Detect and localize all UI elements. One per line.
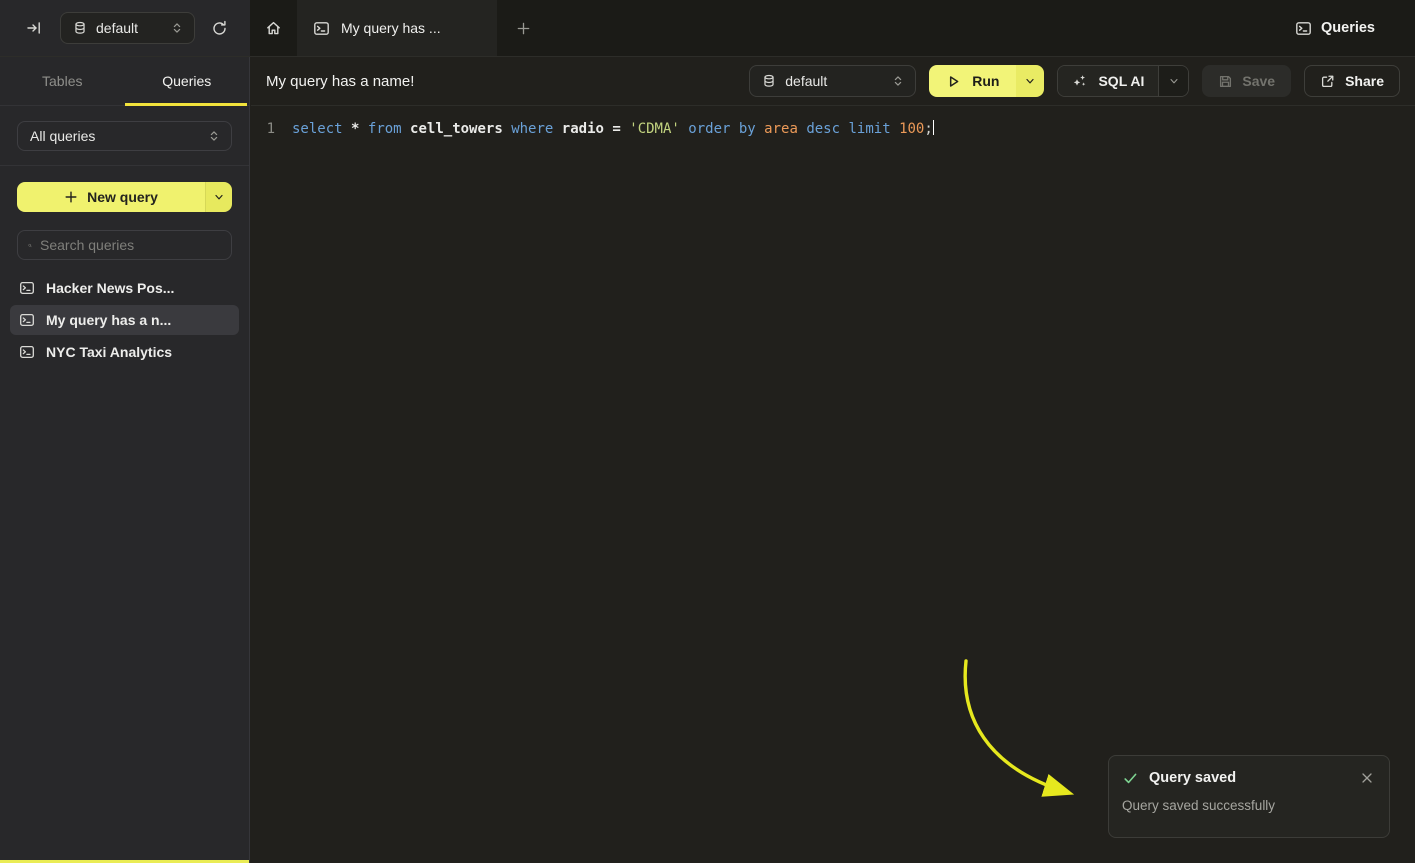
- query-item-label: NYC Taxi Analytics: [46, 344, 172, 360]
- database-icon: [762, 74, 776, 88]
- database-selector-value: default: [785, 73, 882, 89]
- queries-page-label: Queries: [1321, 20, 1375, 36]
- sql-ai-split-button: SQL AI: [1057, 65, 1189, 97]
- topbar-left-section: default: [0, 0, 250, 56]
- share-icon: [1320, 74, 1335, 89]
- query-list-item-nyc-taxi[interactable]: NYC Taxi Analytics: [10, 337, 239, 367]
- refresh-icon: [211, 20, 228, 37]
- text-cursor: [933, 120, 935, 135]
- tab-label: My query has ...: [341, 20, 441, 36]
- tab-my-query[interactable]: My query has ...: [297, 0, 497, 56]
- play-icon: [946, 74, 961, 89]
- saved-queries-list: Hacker News Pos... My query has a n... N…: [10, 273, 239, 367]
- plus-icon: [64, 190, 78, 204]
- query-item-label: Hacker News Pos...: [46, 280, 174, 296]
- run-split-button: Run: [929, 65, 1044, 97]
- terminal-icon: [19, 344, 35, 360]
- new-query-split-button: New query: [17, 182, 232, 212]
- query-item-label: My query has a n...: [46, 312, 171, 328]
- sql-ai-dropdown-button[interactable]: [1158, 66, 1188, 96]
- new-query-dropdown-button[interactable]: [205, 182, 232, 212]
- chevron-updown-icon: [170, 20, 184, 36]
- search-queries-box: [17, 230, 232, 260]
- workspace-selector-value: default: [96, 20, 161, 36]
- database-selector[interactable]: default: [749, 65, 916, 97]
- plus-icon: [516, 21, 531, 36]
- refresh-button[interactable]: [205, 14, 233, 42]
- new-query-label: New query: [87, 189, 158, 205]
- query-filter-select[interactable]: All queries: [17, 121, 232, 151]
- query-list-item-hacker-news[interactable]: Hacker News Pos...: [10, 273, 239, 303]
- search-icon: [28, 238, 32, 253]
- editor-line-number: 1: [251, 120, 275, 139]
- sparkles-icon: [1072, 73, 1088, 89]
- sql-ai-button[interactable]: SQL AI: [1058, 66, 1158, 96]
- save-icon: [1218, 74, 1233, 89]
- chevron-updown-icon: [207, 128, 221, 144]
- terminal-icon: [313, 20, 330, 37]
- close-icon: [1361, 772, 1373, 784]
- toast-header: Query saved: [1122, 769, 1376, 787]
- terminal-icon: [19, 280, 35, 296]
- workspace-database-selector[interactable]: default: [60, 12, 195, 44]
- chevron-down-icon: [1024, 75, 1036, 87]
- queries-tab-label: Queries: [162, 73, 211, 89]
- sidebar-tabs: Tables Queries: [0, 57, 249, 106]
- query-title[interactable]: My query has a name!: [266, 73, 414, 90]
- sql-ai-label: SQL AI: [1098, 73, 1144, 89]
- sidebar: Tables Queries All queries New query: [0, 57, 250, 863]
- query-filter-row: All queries: [0, 106, 249, 166]
- save-button-label: Save: [1242, 73, 1275, 89]
- toast-query-saved: Query saved Query saved successfully: [1108, 755, 1390, 838]
- database-icon: [73, 21, 87, 35]
- query-header: My query has a name! default: [251, 57, 1415, 106]
- collapse-sidebar-button[interactable]: [20, 14, 48, 42]
- toast-message: Query saved successfully: [1122, 798, 1376, 813]
- tables-tab-label: Tables: [42, 73, 82, 89]
- search-queries-input[interactable]: [40, 237, 221, 253]
- share-button[interactable]: Share: [1304, 65, 1400, 97]
- chevron-down-icon: [213, 191, 225, 203]
- main-panel: My query has a name! default: [251, 57, 1415, 863]
- query-list-item-my-query[interactable]: My query has a n...: [10, 305, 239, 335]
- toast-close-button[interactable]: [1358, 769, 1376, 787]
- queries-page-indicator[interactable]: Queries: [1295, 20, 1415, 37]
- topbar: default My query has ...: [0, 0, 1415, 57]
- run-button[interactable]: Run: [929, 65, 1016, 97]
- sidebar-tab-tables[interactable]: Tables: [0, 57, 125, 105]
- queries-icon: [1295, 20, 1312, 37]
- home-icon: [265, 20, 282, 37]
- new-tab-button[interactable]: [509, 14, 537, 42]
- sidebar-tab-queries[interactable]: Queries: [125, 57, 250, 105]
- toast-title: Query saved: [1149, 770, 1236, 786]
- home-button[interactable]: [250, 0, 297, 56]
- chevron-updown-icon: [891, 73, 905, 89]
- share-button-label: Share: [1345, 73, 1384, 89]
- new-query-button[interactable]: New query: [17, 182, 205, 212]
- query-toolbar: default Run: [749, 65, 1400, 97]
- terminal-icon: [19, 312, 35, 328]
- collapse-sidebar-icon: [26, 20, 42, 36]
- query-filter-value: All queries: [30, 128, 198, 144]
- run-button-label: Run: [972, 73, 999, 89]
- run-options-button[interactable]: [1016, 65, 1044, 97]
- sql-editor[interactable]: 1 select * from cell_towers where radio …: [251, 106, 1415, 139]
- chevron-down-icon: [1168, 75, 1180, 87]
- sql-code-line[interactable]: select * from cell_towers where radio = …: [292, 120, 933, 139]
- check-icon: [1122, 770, 1139, 787]
- save-button[interactable]: Save: [1202, 65, 1291, 97]
